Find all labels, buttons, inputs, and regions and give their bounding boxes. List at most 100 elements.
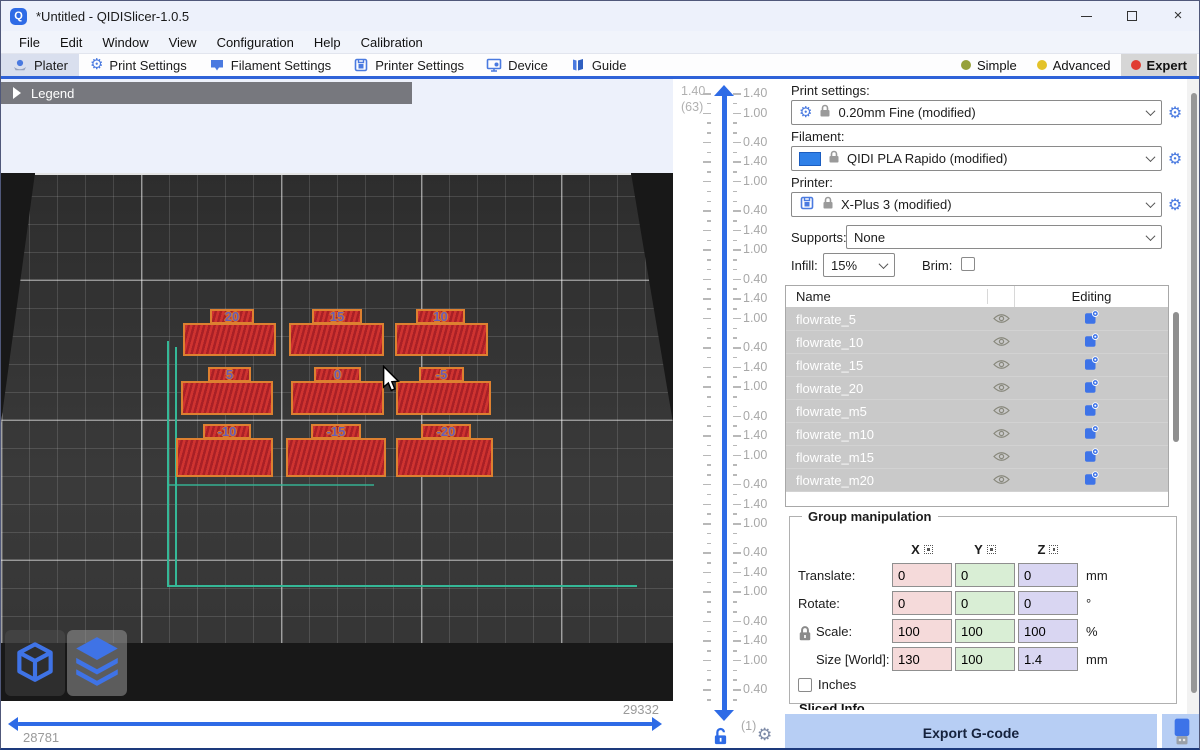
gm-field-z[interactable] [1018, 563, 1078, 587]
editing-cell[interactable] [1015, 356, 1168, 374]
object-row-flowrate_m10[interactable]: flowrate_m10 [786, 423, 1168, 446]
object-row-flowrate_20[interactable]: flowrate_20 [786, 377, 1168, 400]
export-gcode-button[interactable]: Export G-code [785, 714, 1157, 750]
mode-expert[interactable]: Expert [1121, 54, 1197, 76]
edit-settings-icon[interactable] [1084, 310, 1099, 328]
gm-field-x[interactable] [892, 563, 952, 587]
3d-editor-view-button[interactable] [5, 630, 65, 696]
visibility-cell[interactable] [988, 446, 1015, 468]
gm-field-z[interactable] [1018, 647, 1078, 671]
axis-reset-icon[interactable] [1049, 545, 1058, 554]
layer-slider-track[interactable] [722, 95, 727, 711]
tab-print-settings[interactable]: ⚙Print Settings [79, 54, 198, 76]
visibility-cell[interactable] [988, 331, 1015, 353]
filament-edit-button[interactable]: ⚙ [1166, 146, 1184, 171]
object-tab--5[interactable]: -5 [419, 367, 464, 382]
tab-device[interactable]: Device [475, 54, 559, 76]
object-tab--10[interactable]: -10 [203, 424, 251, 439]
eye-icon[interactable] [993, 335, 1010, 350]
menu-help[interactable]: Help [304, 35, 351, 50]
editing-cell[interactable] [1015, 310, 1168, 328]
object-flowrate-5[interactable] [181, 381, 273, 415]
sidebar-scrollbar-thumb[interactable] [1191, 93, 1197, 693]
visibility-cell[interactable] [988, 400, 1015, 422]
eye-icon[interactable] [993, 404, 1010, 419]
object-flowrate--20[interactable] [396, 438, 493, 477]
3d-viewport[interactable]: 20151050-5-10-15-20 Legend 29332 28781 [1, 79, 673, 750]
mode-advanced[interactable]: Advanced [1027, 54, 1121, 76]
uniform-scale-lock-icon[interactable] [798, 625, 812, 645]
axis-reset-icon[interactable] [924, 545, 933, 554]
editing-cell[interactable] [1015, 425, 1168, 443]
tab-guide[interactable]: Guide [559, 54, 638, 76]
print-settings-edit-button[interactable]: ⚙ [1166, 100, 1184, 125]
object-row-flowrate_m5[interactable]: flowrate_m5 [786, 400, 1168, 423]
object-row-flowrate_5[interactable]: flowrate_5 [786, 308, 1168, 331]
gm-field-x[interactable] [892, 591, 952, 615]
gcode-moves-slider[interactable] [17, 722, 653, 726]
sidebar-scrollbar[interactable] [1187, 79, 1200, 714]
menu-edit[interactable]: Edit [50, 35, 92, 50]
visibility-cell[interactable] [988, 469, 1015, 491]
editing-cell[interactable] [1015, 471, 1168, 489]
edit-settings-icon[interactable] [1084, 471, 1099, 489]
gm-field-x[interactable] [892, 647, 952, 671]
eye-icon[interactable] [993, 427, 1010, 442]
menu-file[interactable]: File [9, 35, 50, 50]
eye-icon[interactable] [993, 381, 1010, 396]
layer-slider-top-handle[interactable] [714, 85, 734, 96]
object-tab--15[interactable]: -15 [311, 424, 361, 439]
object-tab-0[interactable]: 0 [314, 367, 361, 382]
export-to-usb-button[interactable] [1162, 714, 1200, 750]
object-tab-20[interactable]: 20 [210, 309, 254, 324]
eye-icon[interactable] [993, 473, 1010, 488]
supports-combo[interactable]: None [846, 225, 1162, 249]
gm-field-y[interactable] [955, 619, 1015, 643]
menu-window[interactable]: Window [92, 35, 158, 50]
eye-icon[interactable] [993, 358, 1010, 373]
gm-field-z[interactable] [1018, 591, 1078, 615]
edit-settings-icon[interactable] [1084, 448, 1099, 466]
printer-combo[interactable]: X-Plus 3 (modified) [791, 192, 1162, 217]
eye-icon[interactable] [993, 312, 1010, 327]
legend-bar[interactable]: Legend [1, 82, 412, 104]
layer-slider-bottom-handle[interactable] [714, 710, 734, 721]
edit-settings-icon[interactable] [1084, 333, 1099, 351]
menu-view[interactable]: View [159, 35, 207, 50]
axis-reset-icon[interactable] [987, 545, 996, 554]
object-flowrate--5[interactable] [396, 381, 491, 415]
object-row-flowrate_m15[interactable]: flowrate_m15 [786, 446, 1168, 469]
printer-edit-button[interactable]: ⚙ [1166, 192, 1184, 217]
object-row-flowrate_10[interactable]: flowrate_10 [786, 331, 1168, 354]
gm-field-z[interactable] [1018, 619, 1078, 643]
tab-plater[interactable]: Plater [1, 54, 79, 76]
object-tab-10[interactable]: 10 [416, 309, 465, 324]
infill-combo[interactable]: 15% [823, 253, 895, 277]
print-settings-combo[interactable]: ⚙ 0.20mm Fine (modified) [791, 100, 1162, 125]
filament-combo[interactable]: QIDI PLA Rapido (modified) [791, 146, 1162, 171]
slider-settings-gear-icon[interactable]: ⚙ [757, 725, 772, 745]
editing-cell[interactable] [1015, 333, 1168, 351]
object-flowrate--10[interactable] [176, 438, 273, 477]
mode-simple[interactable]: Simple [951, 54, 1027, 76]
object-flowrate-15[interactable] [289, 323, 384, 356]
editing-cell[interactable] [1015, 448, 1168, 466]
edit-settings-icon[interactable] [1084, 425, 1099, 443]
editing-cell[interactable] [1015, 379, 1168, 397]
eye-icon[interactable] [993, 450, 1010, 465]
edit-settings-icon[interactable] [1084, 402, 1099, 420]
preview-view-button[interactable] [67, 630, 127, 696]
minimize-button[interactable] [1063, 1, 1109, 31]
menu-configuration[interactable]: Configuration [207, 35, 304, 50]
gm-field-y[interactable] [955, 563, 1015, 587]
edit-settings-icon[interactable] [1084, 356, 1099, 374]
editing-cell[interactable] [1015, 402, 1168, 420]
tab-filament-settings[interactable]: Filament Settings [198, 54, 342, 76]
menu-calibration[interactable]: Calibration [351, 35, 433, 50]
visibility-cell[interactable] [988, 377, 1015, 399]
object-flowrate-20[interactable] [183, 323, 276, 356]
object-tab--20[interactable]: -20 [421, 424, 471, 439]
visibility-cell[interactable] [988, 308, 1015, 330]
object-flowrate-10[interactable] [395, 323, 488, 356]
brim-checkbox[interactable] [961, 257, 975, 271]
